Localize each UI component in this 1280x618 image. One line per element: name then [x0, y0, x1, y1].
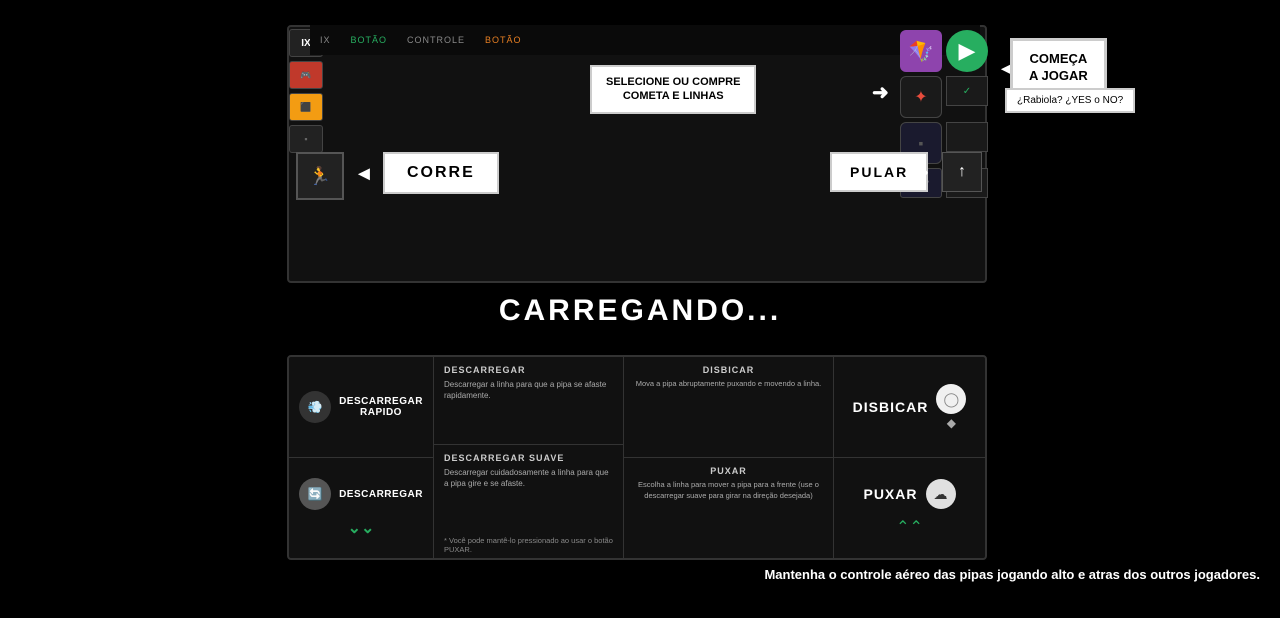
icon-kite[interactable]: 🪁 [900, 30, 942, 72]
bottom-right-mid-col: DISBICAR Mova a pipa abruptamente puxand… [624, 357, 834, 558]
puxar-icon: ☁ [926, 479, 956, 509]
disbicar-icon-up: ◯ [936, 384, 966, 414]
puxar-chevron: ⌃⌃ [896, 517, 923, 537]
bottom-middle-col: DESCARREGAR Descarregar a linha para que… [434, 357, 624, 558]
sidebar-icon-4[interactable]: ▪ [289, 125, 323, 153]
sidebar-icon-2[interactable]: 🎮 [289, 61, 323, 89]
topbar-item-controle[interactable]: CONTROLE [407, 35, 465, 45]
topbar-item-botao2[interactable]: BOTÃO [485, 35, 522, 45]
corre-icon: 🏃 [296, 152, 344, 200]
puxar-info-box: PUXAR Escolha a linha para mover a pipa … [624, 458, 833, 558]
comeca-line1: COMEÇA [1029, 51, 1087, 66]
box1-title: DESCARREGAR [444, 365, 613, 375]
selecione-box: SELECIONE OU COMPRE COMETA E LINHAS [590, 65, 756, 114]
selecione-line1: SELECIONE OU COMPRE [606, 76, 740, 88]
footer-text: Mantenha o controle aéreo das pipas joga… [640, 565, 1260, 585]
box3-title: DISBICAR [634, 365, 823, 375]
bottom-panel: 💨 DESCARREGAR RAPIDO 🔄 DESCARREGAR ⌄⌄ DE… [287, 355, 987, 560]
game-topbar: IX BOTÃO CONTROLE BOTÃO [310, 25, 980, 55]
pular-label: PULAR [850, 164, 908, 180]
corre-box: CORRE [383, 152, 499, 194]
descarregar-label: DESCARREGAR [339, 489, 423, 500]
puxar-right: PUXAR ☁ ⌃⌃ [834, 458, 985, 558]
rabiola-text: ¿Rabiola? ¿YES o NO? [1017, 95, 1123, 106]
disbicar-info-box: DISBICAR Mova a pipa abruptamente puxand… [624, 357, 833, 458]
bottom-left-col: 💨 DESCARREGAR RAPIDO 🔄 DESCARREGAR ⌄⌄ [289, 357, 434, 558]
selecione-line2: COMETA E LINHAS [623, 90, 724, 102]
info-note: * Você pode mantê-lo pressionado ao usar… [434, 532, 623, 558]
box4-text: Escolha a linha para mover a pipa para a… [634, 480, 823, 501]
pular-icon: ↑ [942, 152, 982, 192]
comeca-line2: A JOGAR [1029, 68, 1088, 83]
descarregar-suave-info-box: DESCARREGAR SUAVE Descarregar cuidadosam… [434, 445, 623, 532]
disbicar-icon-down: ◆ [947, 416, 956, 430]
disbicar-label: DISBICAR [853, 399, 929, 415]
arrow-selecione-right: ➜ [872, 80, 889, 105]
box3-text: Mova a pipa abruptamente puxando e moven… [634, 379, 823, 390]
box4-title: PUXAR [634, 466, 823, 476]
icon-star[interactable]: ✦ [900, 76, 942, 118]
topbar-item-botao1[interactable]: BOTÃO [351, 35, 388, 45]
disbicar-right: DISBICAR ◯ ◆ [834, 357, 985, 458]
corre-label: CORRE [407, 164, 475, 181]
box1-text: Descarregar a linha para que a pipa se a… [444, 379, 613, 401]
descarregar-rapido-label: DESCARREGAR RAPIDO [339, 396, 423, 418]
descarregar-section: 🔄 DESCARREGAR ⌄⌄ [289, 458, 433, 558]
box2-title: DESCARREGAR SUAVE [444, 453, 613, 463]
carregando-text: CARREGANDO... [0, 294, 1280, 328]
sidebar-icon-3[interactable]: ⬛ [289, 93, 323, 121]
bottom-right-col: DISBICAR ◯ ◆ PUXAR ☁ ⌃⌃ [834, 357, 985, 558]
descarregar-info-box: DESCARREGAR Descarregar a linha para que… [434, 357, 623, 445]
descarregar-icon: 🔄 [299, 478, 331, 510]
icon-small-2 [946, 122, 988, 152]
icon-play[interactable]: ▶ [946, 30, 988, 72]
icon-small-1: ✓ [946, 76, 988, 106]
rabiola-box[interactable]: ¿Rabiola? ¿YES o NO? [1005, 88, 1135, 113]
arrow-pular-right: ➜ [912, 160, 929, 185]
box2-text: Descarregar cuidadosamente a linha para … [444, 467, 613, 489]
descarregar-chevron: ⌄⌄ [348, 518, 375, 538]
topbar-item-ix: IX [320, 35, 331, 45]
descarregar-rapido-icon: 💨 [299, 391, 331, 423]
puxar-label: PUXAR [863, 486, 917, 502]
descarregar-rapido-section: 💨 DESCARREGAR RAPIDO [289, 357, 433, 458]
arrow-corre-left: ◄ [354, 163, 374, 186]
